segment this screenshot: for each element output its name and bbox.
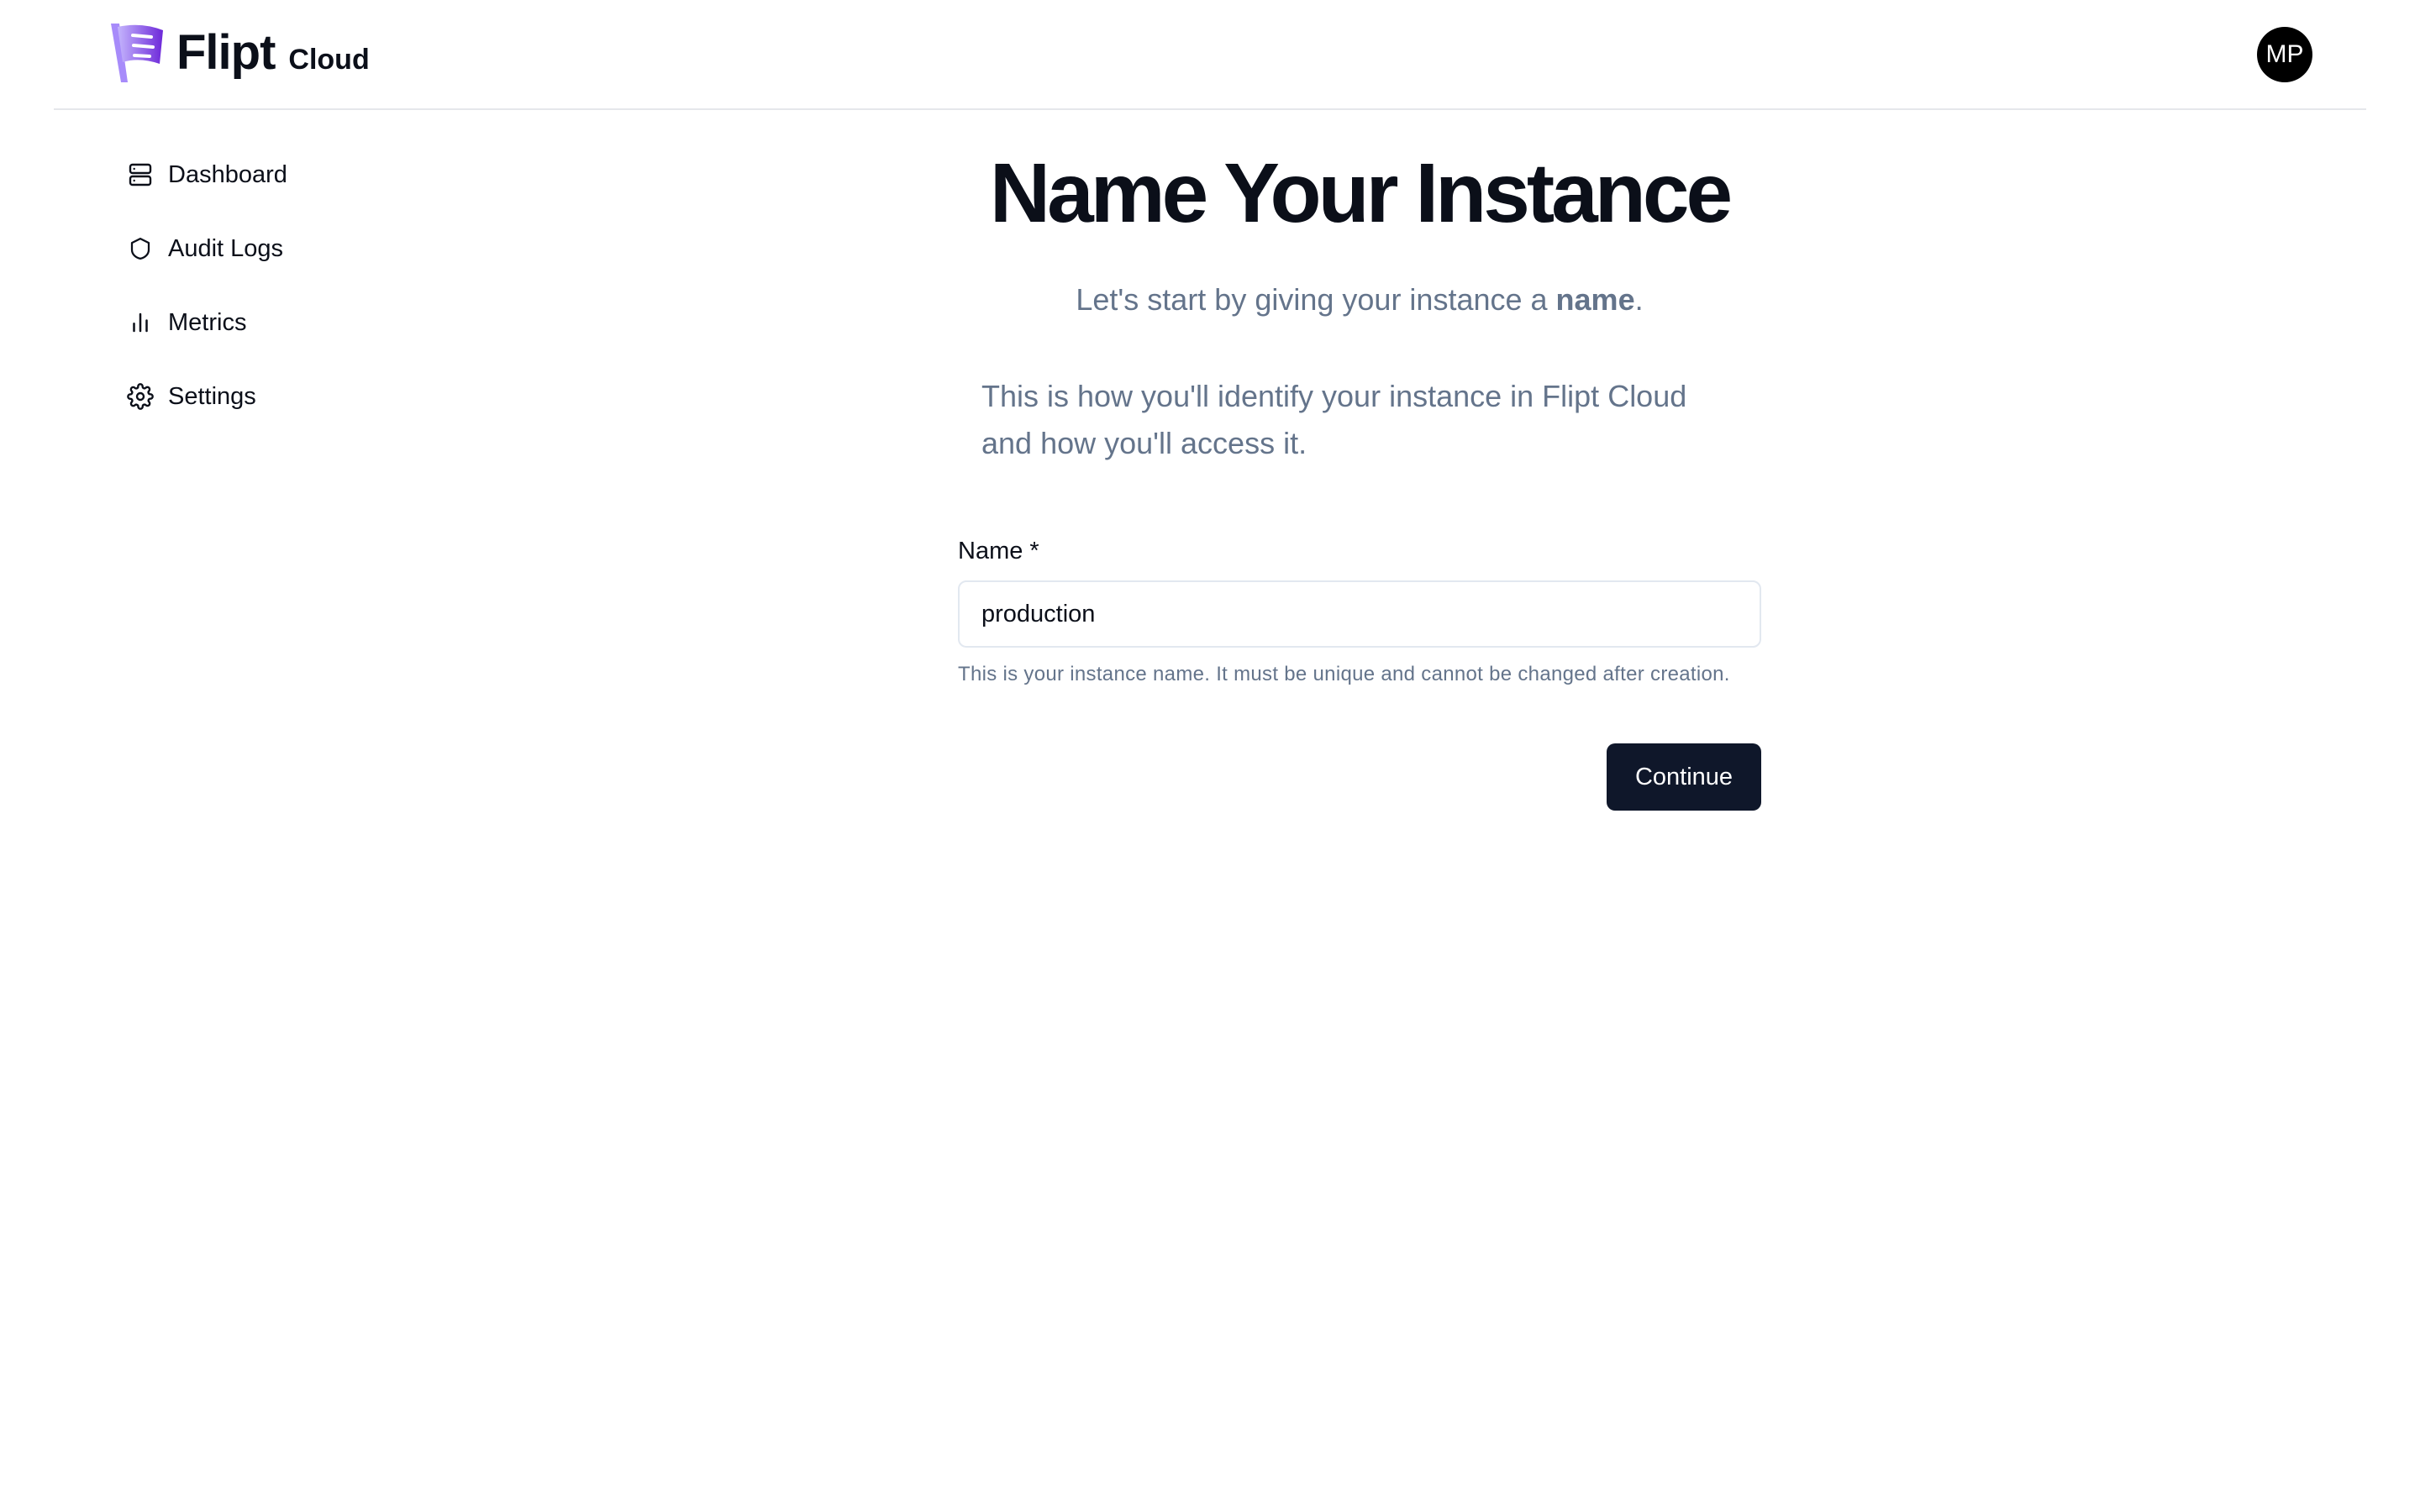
- shield-icon: [126, 234, 155, 263]
- sidebar-item-audit-logs[interactable]: Audit Logs: [126, 232, 462, 265]
- server-icon: [126, 160, 155, 189]
- sidebar-item-label: Settings: [168, 382, 256, 410]
- user-avatar[interactable]: MP: [2257, 27, 2312, 82]
- sidebar-item-settings[interactable]: Settings: [126, 380, 462, 413]
- flipt-logo[interactable]: Flipt Cloud: [108, 22, 370, 84]
- subtitle-emphasis: name: [1555, 282, 1635, 317]
- sidebar-nav: Dashboard Audit Logs Metrics Settings: [126, 158, 462, 454]
- top-header: Flipt Cloud MP: [54, 0, 2366, 110]
- sidebar-item-label: Metrics: [168, 308, 247, 336]
- page-description: This is how you'll identify your instanc…: [981, 379, 1687, 460]
- name-field-help: This is your instance name. It must be u…: [958, 663, 1730, 685]
- instance-name-form: Name * This is your instance name. It mu…: [958, 538, 1761, 811]
- sidebar-item-dashboard[interactable]: Dashboard: [126, 158, 462, 192]
- logo-subtitle: Cloud: [288, 43, 370, 76]
- sidebar-item-label: Dashboard: [168, 160, 287, 188]
- sidebar-item-metrics[interactable]: Metrics: [126, 306, 462, 339]
- bar-chart-icon: [126, 308, 155, 337]
- page-subtitle: Let's start by giving your instance a na…: [958, 279, 1761, 321]
- sidebar-item-label: Audit Logs: [168, 234, 284, 262]
- page-title: Name Your Instance: [989, 146, 1733, 240]
- name-field-label: Name *: [958, 538, 1039, 564]
- logo-wordmark: Flipt: [176, 25, 276, 80]
- continue-button[interactable]: Continue: [1607, 743, 1761, 811]
- subtitle-suffix: .: [1634, 282, 1644, 317]
- subtitle-text: Let's start by giving your instance a: [1076, 282, 1556, 317]
- flag-logo-icon: [108, 22, 168, 84]
- main-content: Name Your Instance Let's start by giving…: [958, 143, 1761, 811]
- form-actions: Continue: [958, 743, 1761, 811]
- name-input[interactable]: [958, 580, 1761, 648]
- page: Flipt Cloud MP Dashboard Audit Logs Metr…: [0, 0, 2420, 1512]
- gear-icon: [126, 382, 155, 411]
